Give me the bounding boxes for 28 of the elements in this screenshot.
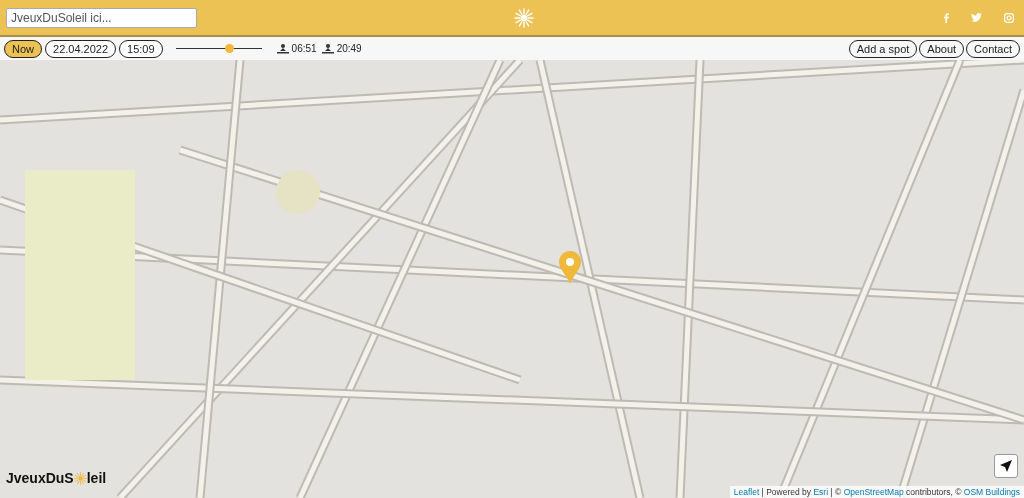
sun-logo-icon — [514, 8, 534, 28]
sunset-icon — [321, 43, 334, 54]
sunrise-time: 06:51 — [291, 43, 317, 54]
attribution-link[interactable]: OSM Buildings — [963, 487, 1020, 497]
attribution-link[interactable]: Esri — [813, 487, 829, 497]
nav-button[interactable]: Add a spot — [848, 39, 918, 58]
logo-text: JveuxDuS — [6, 470, 74, 486]
map-placeholder[interactable]: JveuxDuS leil Leaflet | Powered by Esri | © OpenStreetMap contributors, © OSM Buildings — [0, 60, 1024, 498]
nav-button[interactable]: About — [919, 39, 965, 58]
twitter-icon[interactable] — [971, 13, 982, 22]
time-button[interactable]: 15:09 — [119, 39, 163, 58]
search-field[interactable]: JveuxDuSoleil ici... — [6, 7, 197, 28]
sunrise-icon — [276, 43, 289, 54]
map-attribution: Leaflet | Powered by Esri | © OpenStreetMap contributors, © OSM Buildings — [729, 486, 1024, 498]
sun-icon — [73, 471, 87, 485]
attribution-link[interactable]: OpenStreetMap — [843, 487, 904, 497]
facebook-icon[interactable] — [943, 12, 949, 23]
logo-text: leil — [86, 470, 107, 486]
instagram-icon[interactable] — [1004, 12, 1014, 23]
navigation-arrow-icon — [1000, 460, 1012, 472]
sunset-time: 20:49 — [336, 43, 362, 54]
map-pin-icon[interactable] — [558, 250, 582, 284]
attribution-link[interactable]: Leaflet — [733, 487, 760, 497]
slider-thumb[interactable] — [224, 44, 234, 53]
now-button[interactable]: Now — [4, 39, 42, 58]
date-button[interactable]: 22.04.2022 — [45, 39, 117, 58]
nav-button[interactable]: Contact — [966, 39, 1020, 58]
locate-button[interactable] — [994, 454, 1018, 478]
